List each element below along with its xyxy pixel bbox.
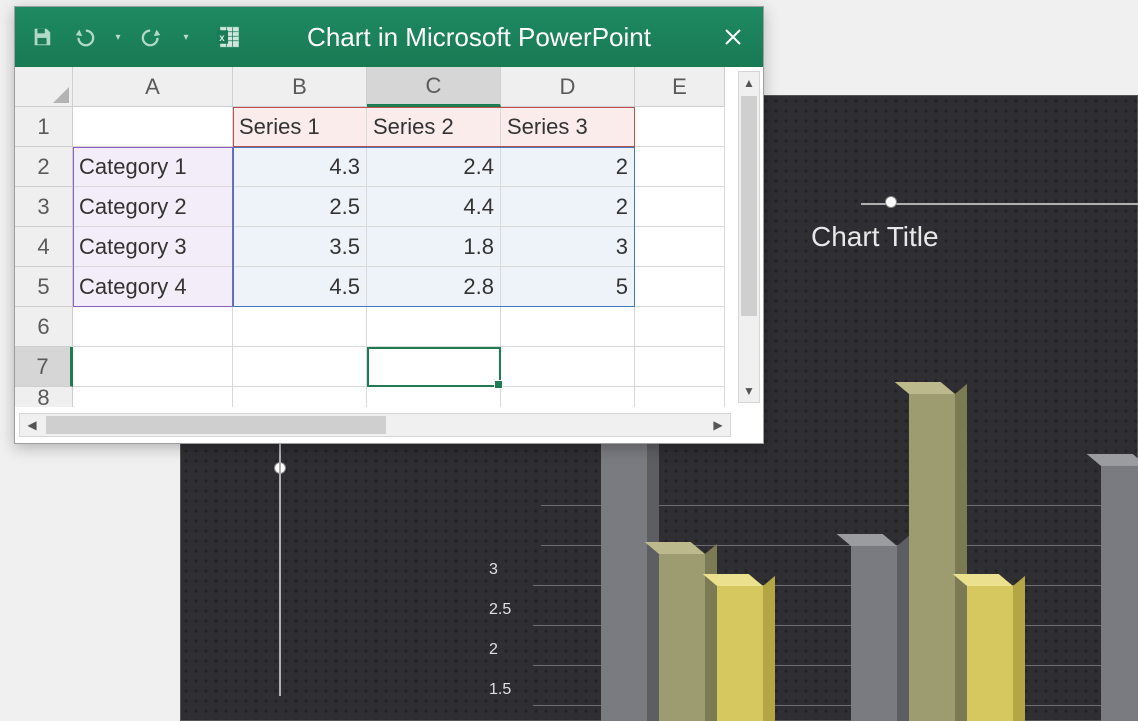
cell-E1[interactable] [635, 107, 725, 147]
y-tick: 3 [489, 561, 498, 579]
cell-A3[interactable]: Category 2 [73, 187, 233, 227]
cell-B5[interactable]: 4.5 [233, 267, 367, 307]
select-all-corner[interactable] [15, 67, 73, 107]
window-title: Chart in Microsoft PowerPoint [257, 22, 701, 53]
row-header-4[interactable]: 4 [15, 227, 73, 267]
cell-E3[interactable] [635, 187, 725, 227]
col-header-B[interactable]: B [233, 67, 367, 107]
cell-A4[interactable]: Category 3 [73, 227, 233, 267]
chart-title[interactable]: Chart Title [811, 221, 939, 253]
cell-D6[interactable] [501, 307, 635, 347]
y-tick: 2.5 [489, 601, 511, 619]
cell-B1[interactable]: Series 1 [233, 107, 367, 147]
cell-D4[interactable]: 3 [501, 227, 635, 267]
cell-C3[interactable]: 4.4 [367, 187, 501, 227]
cell-D5[interactable]: 5 [501, 267, 635, 307]
cell-D2[interactable]: 2 [501, 147, 635, 187]
cell-A2[interactable]: Category 1 [73, 147, 233, 187]
selection-edge [861, 203, 1138, 205]
scrollbar-thumb[interactable] [46, 416, 386, 434]
cell-E5[interactable] [635, 267, 725, 307]
horizontal-scrollbar[interactable]: ◀ ▶ [19, 413, 731, 437]
col-header-A[interactable]: A [73, 67, 233, 107]
row-header-6[interactable]: 6 [15, 307, 73, 347]
cell-B3[interactable]: 2.5 [233, 187, 367, 227]
cell-C4[interactable]: 1.8 [367, 227, 501, 267]
cell-C6[interactable] [367, 307, 501, 347]
excel-app-icon: x [215, 24, 241, 50]
cell-B2[interactable]: 4.3 [233, 147, 367, 187]
cell-E4[interactable] [635, 227, 725, 267]
cell-C7[interactable] [367, 347, 501, 387]
col-header-E[interactable]: E [635, 67, 725, 107]
cell-B8[interactable] [233, 387, 367, 407]
excel-chart-data-window[interactable]: ▾ ▾ x Chart in Microsoft PowerPoint A B … [14, 6, 764, 444]
titlebar[interactable]: ▾ ▾ x Chart in Microsoft PowerPoint [15, 7, 763, 67]
cell-C5[interactable]: 2.8 [367, 267, 501, 307]
scrollbar-thumb[interactable] [741, 96, 757, 316]
cell-A1[interactable] [73, 107, 233, 147]
cell-C1[interactable]: Series 2 [367, 107, 501, 147]
cell-B6[interactable] [233, 307, 367, 347]
redo-icon[interactable] [139, 24, 165, 50]
scroll-up-icon[interactable]: ▲ [739, 72, 759, 94]
scroll-left-icon[interactable]: ◀ [20, 414, 44, 436]
cell-D7[interactable] [501, 347, 635, 387]
row-header-5[interactable]: 5 [15, 267, 73, 307]
redo-dropdown-icon[interactable]: ▾ [181, 32, 191, 43]
cell-A8[interactable] [73, 387, 233, 407]
cell-E8[interactable] [635, 387, 725, 407]
scroll-right-icon[interactable]: ▶ [706, 414, 730, 436]
row-header-2[interactable]: 2 [15, 147, 73, 187]
cell-E2[interactable] [635, 147, 725, 187]
vertical-scrollbar[interactable]: ▲ ▼ [738, 71, 760, 403]
col-header-D[interactable]: D [501, 67, 635, 107]
undo-icon[interactable] [71, 24, 97, 50]
cell-D1[interactable]: Series 3 [501, 107, 635, 147]
spreadsheet[interactable]: A B C D E 1 Series 1 Series 2 Series 3 2… [15, 67, 763, 407]
cell-E6[interactable] [635, 307, 725, 347]
cell-B7[interactable] [233, 347, 367, 387]
y-tick: 2 [489, 641, 498, 659]
row-header-3[interactable]: 3 [15, 187, 73, 227]
close-button[interactable] [717, 21, 749, 53]
chart-plot-area[interactable]: 0 0.5 1 1.5 2 2.5 3 [481, 396, 1138, 721]
selection-handle[interactable] [885, 196, 897, 208]
cell-B4[interactable]: 3.5 [233, 227, 367, 267]
row-header-1[interactable]: 1 [15, 107, 73, 147]
cell-D8[interactable] [501, 387, 635, 407]
cell-A5[interactable]: Category 4 [73, 267, 233, 307]
row-header-8[interactable]: 8 [15, 387, 73, 407]
cell-C2[interactable]: 2.4 [367, 147, 501, 187]
cell-D3[interactable]: 2 [501, 187, 635, 227]
y-tick: 1.5 [489, 681, 511, 699]
svg-text:x: x [219, 33, 225, 44]
undo-dropdown-icon[interactable]: ▾ [113, 32, 123, 43]
cell-A7[interactable] [73, 347, 233, 387]
cell-E7[interactable] [635, 347, 725, 387]
cell-A6[interactable] [73, 307, 233, 347]
chart-bars: Category 1 Categor [581, 396, 1138, 721]
cell-C8[interactable] [367, 387, 501, 407]
save-icon[interactable] [29, 24, 55, 50]
col-header-C[interactable]: C [367, 67, 501, 107]
row-header-7[interactable]: 7 [15, 347, 73, 387]
scroll-down-icon[interactable]: ▼ [739, 380, 759, 402]
